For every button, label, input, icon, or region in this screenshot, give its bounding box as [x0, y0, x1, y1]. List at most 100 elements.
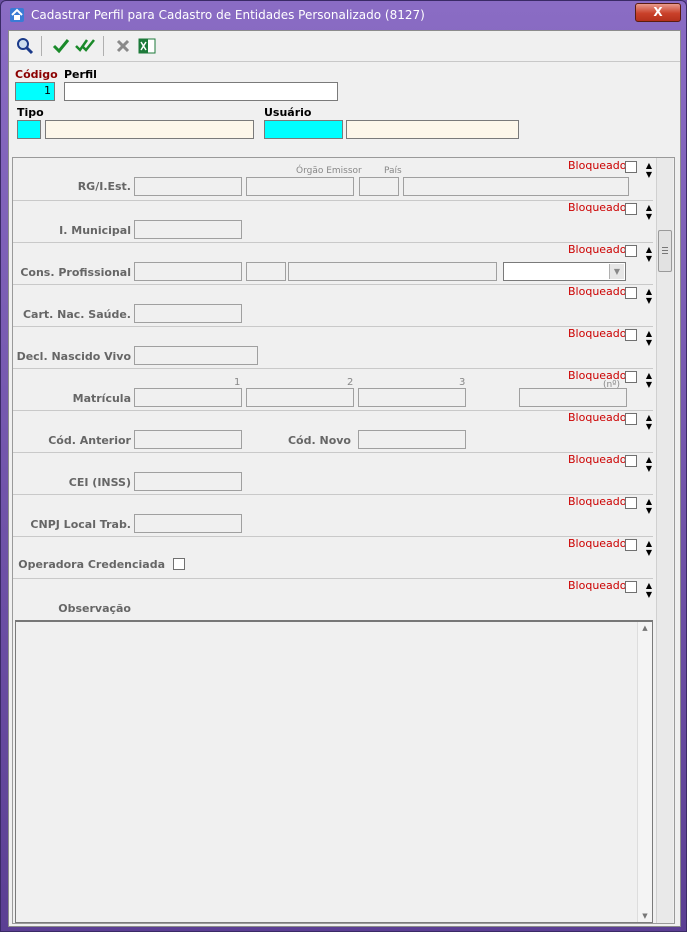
- title-bar: Cadastrar Perfil para Cadastro de Entida…: [1, 1, 686, 29]
- tipo-code-field[interactable]: [17, 120, 41, 139]
- move-arrows[interactable]: ▲ ▼: [644, 203, 654, 221]
- cnpj-field[interactable]: [134, 514, 242, 533]
- usuario-code-field[interactable]: [264, 120, 343, 139]
- section-rg: Bloqueado ▲ ▼ Órgão Emissor País RG/I.Est…: [13, 158, 653, 201]
- pais-code-field[interactable]: [359, 177, 399, 196]
- bloqueado-checkbox[interactable]: [625, 581, 637, 593]
- im-field[interactable]: [134, 220, 242, 239]
- section-codigos: Bloqueado ▲ ▼ Cód. Anterior Cód. Novo: [13, 410, 653, 453]
- observacao-textarea[interactable]: ▲ ▼: [15, 620, 653, 923]
- excel-icon[interactable]: [137, 36, 157, 56]
- bloqueado-checkbox[interactable]: [625, 245, 637, 257]
- section-im: Bloqueado ▲ ▼ I. Municipal: [13, 200, 653, 243]
- close-button[interactable]: X: [635, 3, 681, 22]
- codigo-field[interactable]: 1: [15, 82, 55, 101]
- bloqueado-label: Bloqueado: [568, 243, 627, 256]
- move-arrows[interactable]: ▲ ▼: [644, 371, 654, 389]
- window-title: Cadastrar Perfil para Cadastro de Entida…: [31, 8, 425, 22]
- window: Cadastrar Perfil para Cadastro de Entida…: [0, 0, 687, 932]
- orgao-emissor-field[interactable]: [246, 177, 354, 196]
- scrollbar-thumb[interactable]: [658, 230, 672, 272]
- cancel-icon[interactable]: [113, 36, 133, 56]
- operadora-label: Operadora Credenciada: [18, 558, 165, 571]
- cei-field[interactable]: [134, 472, 242, 491]
- move-arrows[interactable]: ▲ ▼: [644, 413, 654, 431]
- grip-line: [662, 250, 668, 251]
- cnpj-label: CNPJ Local Trab.: [30, 518, 131, 531]
- rg-field[interactable]: [134, 177, 242, 196]
- perfil-label: Perfil: [64, 68, 97, 81]
- cp-uf-field[interactable]: [246, 262, 286, 281]
- cp-council-field[interactable]: [288, 262, 497, 281]
- matricula-4-field[interactable]: [519, 388, 627, 407]
- move-arrows[interactable]: ▲ ▼: [644, 581, 654, 599]
- section-dnv: Bloqueado ▲ ▼ Decl. Nascido Vivo: [13, 326, 653, 369]
- rg-label: RG/I.Est.: [77, 180, 131, 193]
- move-arrows[interactable]: ▲ ▼: [644, 329, 654, 347]
- cp-number-field[interactable]: [134, 262, 242, 281]
- cod-anterior-field[interactable]: [134, 430, 242, 449]
- grip-line: [662, 247, 668, 248]
- move-arrows[interactable]: ▲ ▼: [644, 539, 654, 557]
- confirm-icon[interactable]: [51, 36, 71, 56]
- operadora-checkbox[interactable]: [173, 558, 185, 570]
- move-arrows[interactable]: ▲ ▼: [644, 455, 654, 473]
- usuario-name-field[interactable]: [346, 120, 519, 139]
- section-cnpj: Bloqueado ▲ ▼ CNPJ Local Trab.: [13, 494, 653, 537]
- section-observacao: Bloqueado ▲ ▼ Observação ▲ ▼: [13, 578, 653, 923]
- scroll-up-icon[interactable]: ▲: [638, 624, 652, 632]
- move-arrows[interactable]: ▲ ▼: [644, 245, 654, 263]
- matricula-label: Matrícula: [72, 392, 131, 405]
- bloqueado-label: Bloqueado: [568, 159, 627, 172]
- move-arrows[interactable]: ▲ ▼: [644, 161, 654, 179]
- chevron-down-icon[interactable]: ▼: [609, 264, 624, 279]
- bloqueado-checkbox[interactable]: [625, 287, 637, 299]
- cod-anterior-label: Cód. Anterior: [48, 434, 131, 447]
- section-matricula: Bloqueado ▲ ▼ 1 2 3 (nº) Matrícula: [13, 368, 653, 411]
- dnv-field[interactable]: [134, 346, 258, 365]
- cei-label: CEI (INSS): [68, 476, 131, 489]
- bloqueado-label: Bloqueado: [568, 579, 627, 592]
- confirm-all-icon[interactable]: [75, 36, 95, 56]
- app-icon: [10, 8, 24, 22]
- bloqueado-label: Bloqueado: [568, 327, 627, 340]
- bloqueado-checkbox[interactable]: [625, 161, 637, 173]
- bloqueado-checkbox[interactable]: [625, 497, 637, 509]
- search-icon[interactable]: [15, 36, 35, 56]
- textarea-scrollbar[interactable]: ▲ ▼: [637, 622, 652, 922]
- move-arrows[interactable]: ▲ ▼: [644, 287, 654, 305]
- matricula-3-field[interactable]: [358, 388, 466, 407]
- matricula-2-field[interactable]: [246, 388, 354, 407]
- bloqueado-label: Bloqueado: [568, 537, 627, 550]
- bloqueado-checkbox[interactable]: [625, 371, 637, 383]
- matricula-1-label: 1: [234, 377, 241, 388]
- im-label: I. Municipal: [59, 224, 131, 237]
- cp-label: Cons. Profissional: [20, 266, 131, 279]
- matricula-2-label: 2: [347, 377, 354, 388]
- section-cp: Bloqueado ▲ ▼ Cons. Profissional ▼: [13, 242, 653, 285]
- move-arrows[interactable]: ▲ ▼: [644, 497, 654, 515]
- pais-label: País: [384, 166, 402, 176]
- tipo-description-field[interactable]: [45, 120, 254, 139]
- matricula-1-field[interactable]: [134, 388, 242, 407]
- cod-novo-field[interactable]: [358, 430, 466, 449]
- bloqueado-checkbox[interactable]: [625, 329, 637, 341]
- perfil-field[interactable]: [64, 82, 338, 101]
- bloqueado-checkbox[interactable]: [625, 455, 637, 467]
- cns-field[interactable]: [134, 304, 242, 323]
- bloqueado-checkbox[interactable]: [625, 413, 637, 425]
- bloqueado-checkbox[interactable]: [625, 539, 637, 551]
- orgao-emissor-label: Órgão Emissor: [296, 166, 362, 176]
- section-cns: Bloqueado ▲ ▼ Cart. Nac. Saúde.: [13, 284, 653, 327]
- cp-type-select[interactable]: ▼: [503, 262, 626, 281]
- bloqueado-label: Bloqueado: [568, 201, 627, 214]
- bloqueado-label: Bloqueado: [568, 453, 627, 466]
- tipo-label: Tipo: [17, 106, 44, 119]
- bloqueado-label: Bloqueado: [568, 495, 627, 508]
- bloqueado-checkbox[interactable]: [625, 203, 637, 215]
- scroll-down-icon[interactable]: ▼: [638, 912, 652, 920]
- panel-scrollbar[interactable]: [656, 158, 673, 923]
- bloqueado-label: Bloqueado: [568, 411, 627, 424]
- document-panel: Bloqueado ▲ ▼ Órgão Emissor País RG/I.Est…: [12, 157, 675, 924]
- pais-name-field[interactable]: [403, 177, 629, 196]
